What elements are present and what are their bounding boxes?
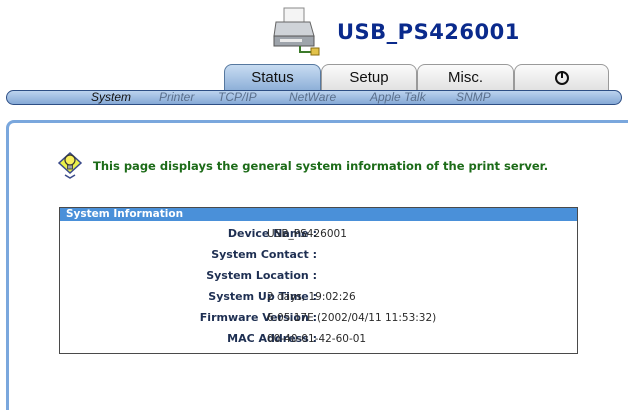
tab-setup[interactable]: Setup: [321, 64, 417, 90]
mac-address-value: 00-40-01-42-60-01: [267, 333, 367, 345]
subnav-tcpip[interactable]: TCP/IP: [218, 91, 257, 104]
system-information-box: System Information Device Name : USB_PS4…: [59, 207, 578, 354]
row-firmware-version: Firmware Version : 6.05.17E (2002/04/11 …: [60, 308, 579, 328]
subnav-netware[interactable]: NetWare: [289, 91, 336, 104]
printer-icon: [273, 7, 320, 56]
system-information-title: System Information: [60, 208, 577, 221]
system-contact-label: System Contact :: [211, 248, 317, 261]
system-location-label: System Location :: [206, 269, 317, 282]
header: USB_PS426001: [0, 0, 628, 64]
device-name-title: USB_PS426001: [337, 20, 520, 44]
tab-status[interactable]: Status: [224, 64, 321, 90]
subnav-appletalk[interactable]: Apple Talk: [370, 91, 426, 104]
tab-power[interactable]: [514, 64, 609, 90]
device-name-value: USB_PS426001: [267, 228, 347, 240]
sub-navigation-bar: System Printer TCP/IP NetWare Apple Talk…: [6, 90, 622, 105]
row-system-up-time: System Up Time : 2 days, 19:02:26: [60, 287, 579, 307]
tab-misc-label: Misc.: [448, 69, 483, 86]
system-up-time-value: 2 days, 19:02:26: [267, 291, 356, 303]
tab-setup-label: Setup: [349, 69, 389, 86]
tab-misc[interactable]: Misc.: [417, 64, 514, 90]
firmware-version-value: 6.05.17E (2002/04/11 11:53:32): [267, 312, 437, 324]
row-system-contact: System Contact :: [60, 245, 579, 265]
tab-status-label: Status: [251, 69, 294, 86]
row-system-location: System Location :: [60, 266, 579, 286]
subnav-printer[interactable]: Printer: [159, 91, 194, 104]
lightbulb-info-icon: [57, 151, 83, 179]
row-device-name: Device Name : USB_PS426001: [60, 224, 579, 244]
subnav-snmp[interactable]: SNMP: [456, 91, 491, 104]
row-mac-address: MAC Address : 00-40-01-42-60-01: [60, 329, 579, 349]
info-message: This page displays the general system in…: [93, 159, 549, 173]
power-icon: [554, 70, 569, 85]
subnav-system[interactable]: System: [91, 91, 131, 104]
